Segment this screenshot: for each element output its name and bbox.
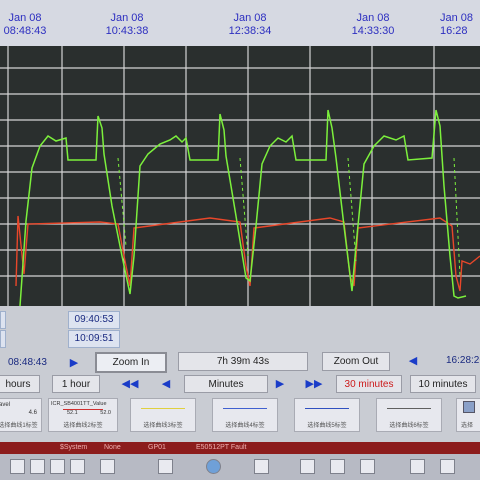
taskbar-window-icon-1[interactable]	[10, 459, 25, 474]
hours-button[interactable]: hours	[0, 375, 40, 393]
pen-selector-6[interactable]: 选择曲线6标签	[376, 398, 442, 432]
taskbar-file-icon[interactable]	[360, 459, 375, 474]
scroll-right-start-icon[interactable]: ▶	[64, 354, 84, 372]
taskbar-image-icon[interactable]	[330, 459, 345, 474]
alarm-system: $System	[60, 444, 88, 451]
cursor-row-left-2	[0, 330, 6, 348]
pen-2-value-a: 52.1	[67, 410, 78, 416]
pen-1-value: 4.6	[28, 410, 37, 416]
thirty-minutes-button[interactable]: 30 minutes	[336, 375, 402, 393]
minutes-button[interactable]: Minutes	[184, 375, 268, 393]
zoom-out-button[interactable]: Zoom Out	[322, 352, 390, 371]
fast-rewind-icon[interactable]: ◀◀	[116, 375, 144, 393]
taskbar-window-icon-3[interactable]	[50, 459, 65, 474]
pen-1-caption: 选择曲线1标签	[0, 423, 38, 429]
taskbar-doc-icon[interactable]	[100, 459, 115, 474]
end-time: 16:28:26	[446, 355, 480, 366]
taskbar-window-icon-4[interactable]	[70, 459, 85, 474]
time-label-5: Jan 08 16:28	[440, 12, 474, 37]
time-label-3: Jan 08 12:38:34	[228, 12, 272, 37]
pen-selector-3[interactable]: 选择曲线3标签	[130, 398, 196, 432]
pen-5-caption: 选择曲线5标签	[307, 423, 347, 429]
taskbar-globe-icon[interactable]	[206, 459, 221, 474]
taskbar-tool-icon[interactable]	[158, 459, 173, 474]
pen-6-swatch	[387, 408, 431, 409]
pen-3-swatch	[141, 408, 185, 409]
one-hour-button[interactable]: 1 hour	[52, 375, 100, 393]
step-back-icon[interactable]: ◀	[156, 375, 176, 393]
pen-1-name: avel	[0, 402, 11, 408]
taskbar-network-icon[interactable]	[254, 459, 269, 474]
taskbar-screen-icon[interactable]	[440, 459, 455, 474]
grid	[0, 46, 480, 306]
time-span-display: 7h 39m 43s	[178, 352, 308, 371]
time-label-2: Jan 08 10:43:38	[105, 12, 149, 37]
taskbar	[0, 454, 480, 480]
cursor-row-left-1	[0, 311, 6, 329]
pen-2-value-b: 52.0	[100, 410, 111, 416]
time-label-4: Jan 08 14:33:30	[351, 12, 395, 37]
pen-selector-1[interactable]: avel 4.6 选择曲线1标签	[0, 398, 42, 432]
pen-2-caption: 选择曲线2标签	[63, 423, 103, 429]
trend-chart[interactable]	[0, 46, 480, 306]
fast-forward-icon[interactable]: ▶▶	[300, 375, 328, 393]
cursor-time-1[interactable]: 09:40:53	[68, 311, 120, 329]
pen-selector-2[interactable]: ICR_SB4001TT_Value 52.1 52.0 选择曲线2标签	[48, 398, 118, 432]
pen-2-name: ICR_SB4001TT_Value	[51, 401, 107, 407]
time-axis-header: Jan 08 08:48:43 Jan 08 10:43:38 Jan 08 12:3…	[0, 0, 480, 46]
alarm-none: None	[104, 444, 121, 451]
pen-7-icon	[463, 401, 475, 413]
cursor-time-2[interactable]: 10:09:51	[68, 330, 120, 348]
pen-3-caption: 选择曲线3标签	[143, 423, 183, 429]
alarm-gp: GP01	[148, 444, 166, 451]
pen-7-caption: 选择	[461, 423, 474, 429]
green-trend-line	[19, 109, 467, 306]
pen-5-swatch	[305, 408, 349, 409]
pen-4-caption: 选择曲线4标签	[225, 423, 265, 429]
taskbar-window-icon-2[interactable]	[30, 459, 45, 474]
green-trend-dashed	[117, 157, 461, 277]
taskbar-print-icon[interactable]	[410, 459, 425, 474]
pen-selector-7[interactable]: 选择	[456, 398, 480, 432]
start-time: 08:48:43	[8, 357, 47, 368]
taskbar-edit-icon[interactable]	[300, 459, 315, 474]
alarm-fault: E50512PT Fault	[196, 444, 247, 451]
scroll-left-end-icon[interactable]: ◀	[403, 352, 423, 370]
zoom-in-button[interactable]: Zoom In	[95, 352, 167, 373]
step-forward-icon[interactable]: ▶	[270, 375, 290, 393]
ten-minutes-button[interactable]: 10 minutes	[410, 375, 476, 393]
pen-selector-4[interactable]: 选择曲线4标签	[212, 398, 278, 432]
pen-6-caption: 选择曲线6标签	[389, 423, 429, 429]
time-label-1: Jan 08 08:48:43	[3, 12, 47, 37]
pen-selector-5[interactable]: 选择曲线5标签	[294, 398, 360, 432]
alarm-bar[interactable]: $System None GP01 E50512PT Fault	[0, 442, 480, 454]
pen-4-swatch	[223, 408, 267, 409]
